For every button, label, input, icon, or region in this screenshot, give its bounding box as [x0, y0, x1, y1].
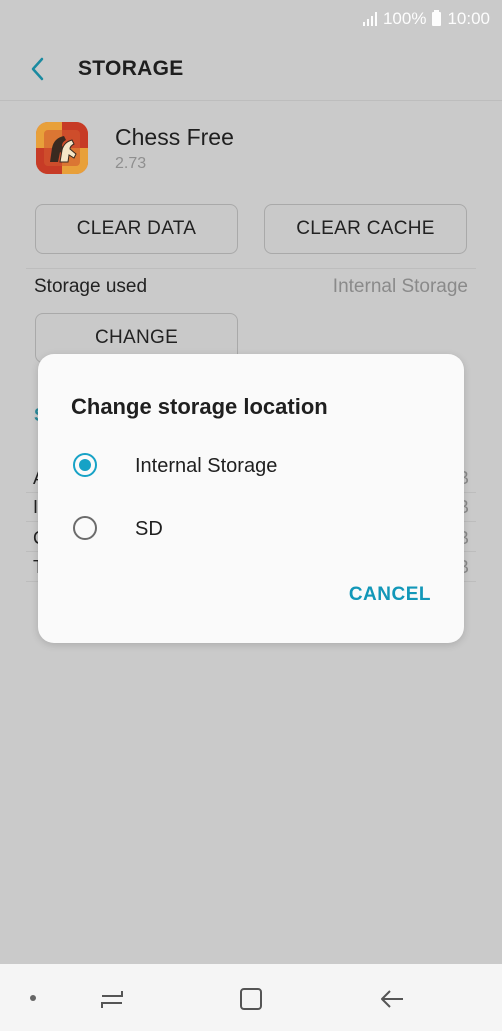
clear-data-button[interactable]: CLEAR DATA — [35, 204, 238, 254]
app-bar: STORAGE — [0, 36, 502, 100]
option-label: Internal Storage — [135, 455, 278, 477]
radio-selected-icon[interactable] — [73, 453, 97, 477]
storage-used-value: Internal Storage — [332, 276, 468, 297]
divider — [26, 268, 476, 269]
divider — [0, 100, 502, 101]
recents-icon[interactable] — [97, 984, 127, 1014]
chess-app-icon — [36, 122, 88, 174]
signal-icon — [362, 12, 377, 26]
dialog-title: Change storage location — [71, 394, 328, 419]
navigation-bar — [0, 964, 502, 1031]
storage-location-dialog: Change storage location Internal Storage… — [38, 354, 464, 643]
storage-used-label: Storage used — [34, 276, 148, 297]
option-label: SD — [135, 518, 163, 540]
app-version: 2.73 — [115, 155, 147, 172]
battery-icon — [432, 10, 442, 26]
app-name: Chess Free — [115, 124, 234, 150]
home-icon[interactable] — [236, 984, 266, 1014]
chevron-left-icon[interactable] — [26, 54, 52, 84]
clock: 10:00 — [447, 9, 490, 28]
option-internal-storage[interactable]: Internal Storage — [38, 439, 464, 495]
clear-cache-button[interactable]: CLEAR CACHE — [264, 204, 467, 254]
back-icon[interactable] — [377, 984, 407, 1014]
cancel-button[interactable]: CANCEL — [349, 584, 431, 606]
status-bar: 100% 10:00 — [0, 0, 502, 36]
battery-percent: 100% — [382, 9, 427, 28]
option-sd[interactable]: SD — [38, 502, 464, 558]
radio-unselected-icon[interactable] — [73, 516, 97, 540]
dot-icon — [30, 995, 36, 1001]
page-title: STORAGE — [78, 57, 184, 80]
